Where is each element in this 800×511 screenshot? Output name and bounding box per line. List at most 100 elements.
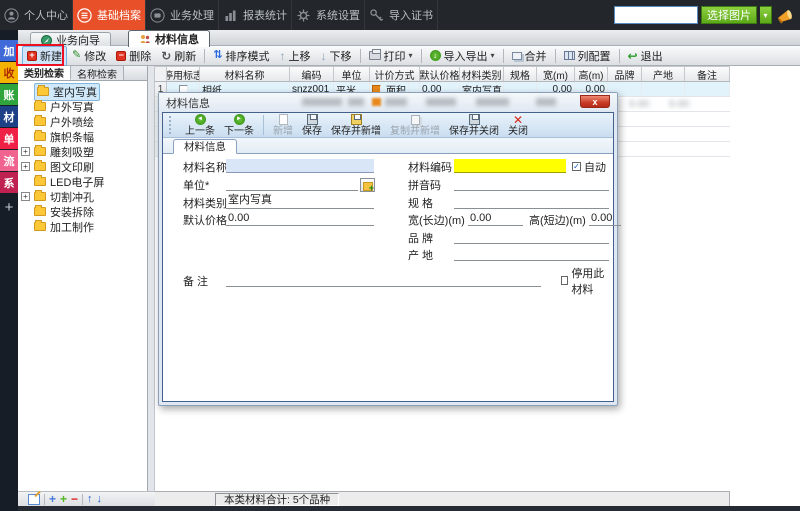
col-header-code[interactable]: 编码 bbox=[290, 67, 334, 81]
tree-item[interactable]: + 切割冲孔 bbox=[18, 189, 147, 204]
tab-category-search[interactable]: 类别检索 bbox=[18, 66, 71, 80]
save-and-close-button[interactable]: 保存并关闭 bbox=[449, 114, 499, 137]
up-arrow-icon: ↑ bbox=[279, 48, 286, 63]
col-header-unit[interactable]: 单位 bbox=[334, 67, 370, 81]
move-node-up-icon[interactable]: ↑ bbox=[87, 493, 93, 505]
default-price-input[interactable]: 0.00 bbox=[226, 212, 374, 226]
col-header-spec[interactable]: 规格 bbox=[504, 67, 537, 81]
dialog-close-button[interactable]: x bbox=[580, 95, 610, 108]
button-label: 关闭 bbox=[508, 125, 528, 137]
megaphone-icon[interactable] bbox=[775, 5, 795, 25]
edit-button[interactable]: ✎ 修改 bbox=[67, 46, 111, 66]
width-input[interactable]: 0.00 bbox=[468, 212, 523, 226]
edit-node-icon[interactable] bbox=[28, 493, 40, 505]
col-header-brand[interactable]: 品牌 bbox=[608, 67, 642, 81]
expander-plus-icon[interactable]: + bbox=[21, 192, 30, 201]
refresh-button[interactable]: ↻ 刷新 bbox=[156, 46, 201, 66]
dialog-title-bar[interactable]: 材料信息 x bbox=[159, 93, 617, 112]
dialog-tab-material-info[interactable]: 材料信息 bbox=[173, 139, 237, 154]
note-input[interactable] bbox=[226, 273, 541, 287]
tree-item[interactable]: 安装拆除 bbox=[18, 204, 147, 219]
material-name-input[interactable] bbox=[226, 159, 374, 173]
tree-item[interactable]: 户外写真 bbox=[18, 99, 147, 114]
sort-mode-button[interactable]: ⇅ 排序模式 bbox=[208, 46, 274, 66]
auto-checkbox[interactable]: ✓ 自动 bbox=[572, 159, 606, 174]
button-label: 打印 bbox=[383, 50, 406, 63]
spec-input[interactable] bbox=[454, 195, 609, 209]
add-sibling-icon[interactable]: + bbox=[49, 493, 56, 505]
copy-and-new-button[interactable]: 复制并新增 bbox=[390, 114, 440, 137]
unit-input[interactable] bbox=[226, 177, 358, 191]
tree-item[interactable]: + 雕刻吸塑 bbox=[18, 144, 147, 159]
panel-splitter[interactable] bbox=[148, 66, 155, 491]
tree-item-label: 图文印刷 bbox=[50, 161, 94, 174]
tree-item[interactable]: + 图文印刷 bbox=[18, 159, 147, 174]
save-button[interactable]: 保存 bbox=[302, 114, 322, 137]
rail-tab-xi[interactable]: 系 bbox=[0, 172, 18, 193]
rail-tab-shou[interactable]: 收 bbox=[0, 62, 18, 83]
tree-item[interactable]: LED电子屏 bbox=[18, 174, 147, 189]
close-button[interactable]: ✕ 关闭 bbox=[508, 114, 528, 137]
previous-record-button[interactable]: ◄ 上一条 bbox=[185, 114, 215, 137]
rail-tab-zhang[interactable]: 账 bbox=[0, 84, 18, 105]
rail-tab-liu[interactable]: 流 bbox=[0, 150, 18, 171]
tree-item[interactable]: 旗帜条幅 bbox=[18, 129, 147, 144]
nav-item-system-settings[interactable]: 系统设置 bbox=[292, 0, 365, 30]
print-button[interactable]: 打印 ▾ bbox=[364, 46, 418, 66]
nav-item-business-processing[interactable]: 业务处理 bbox=[146, 0, 219, 30]
tree-item[interactable]: 加工制作 bbox=[18, 219, 147, 234]
save-and-new-button[interactable]: 保存并新增 bbox=[331, 114, 381, 137]
nav-item-basic-archives[interactable]: 基础档案 bbox=[73, 0, 146, 30]
tree-item[interactable]: 户外喷绘 bbox=[18, 114, 147, 129]
save-new-floppy-icon bbox=[350, 114, 362, 125]
column-config-button[interactable]: 列配置 bbox=[559, 46, 616, 66]
rail-tab-cai[interactable]: 材 bbox=[0, 106, 18, 127]
disable-material-checkbox[interactable]: 停用此材料 bbox=[561, 268, 613, 296]
next-record-button[interactable]: ► 下一条 bbox=[224, 114, 254, 137]
unit-picker-button[interactable] bbox=[360, 177, 375, 193]
col-header-material-name[interactable]: 材料名称 bbox=[200, 67, 290, 81]
delete-button[interactable]: − 删除 bbox=[111, 46, 156, 66]
height-input[interactable]: 0.00 bbox=[589, 212, 621, 226]
col-header-width[interactable]: 宽(m) bbox=[537, 67, 575, 81]
rail-tab-add[interactable]: + bbox=[0, 197, 18, 218]
material-code-label: 材料编码 bbox=[408, 161, 452, 174]
col-header-height[interactable]: 高(m) bbox=[575, 67, 608, 81]
remove-node-icon[interactable]: − bbox=[71, 493, 78, 505]
import-export-button[interactable]: ↓ 导入导出 ▾ bbox=[425, 46, 500, 66]
brand-input[interactable] bbox=[454, 230, 609, 244]
save-close-floppy-icon bbox=[468, 114, 480, 125]
nav-item-personal-center[interactable]: 个人中心 bbox=[0, 0, 73, 30]
tab-name-search[interactable]: 名称检索 bbox=[71, 66, 124, 81]
rail-tab-jia[interactable]: 加 bbox=[0, 40, 18, 61]
merge-button[interactable]: 合并 bbox=[507, 46, 552, 66]
col-header-default-price[interactable]: 默认价格 bbox=[420, 67, 460, 81]
expander-plus-icon[interactable]: + bbox=[21, 147, 30, 156]
expander-plus-icon[interactable]: + bbox=[21, 162, 30, 171]
move-up-button[interactable]: ↑ 上移 bbox=[275, 46, 316, 66]
origin-input[interactable] bbox=[454, 247, 609, 261]
category-input[interactable]: 室内写真 bbox=[226, 194, 374, 209]
nav-item-report-statistics[interactable]: 报表统计 bbox=[219, 0, 292, 30]
button-label: 复制并新增 bbox=[390, 125, 440, 137]
move-down-button[interactable]: ↓ 下移 bbox=[316, 46, 357, 66]
col-header-pricing-method[interactable]: 计价方式 bbox=[370, 67, 420, 81]
col-header-note[interactable]: 备注 bbox=[685, 67, 730, 81]
material-code-input[interactable] bbox=[454, 159, 566, 173]
new-button[interactable]: + 新建 bbox=[22, 45, 67, 66]
add-child-icon[interactable]: + bbox=[60, 493, 67, 505]
dialog-new-button[interactable]: 新增 bbox=[273, 114, 293, 137]
rail-tab-dan[interactable]: 单 bbox=[0, 128, 18, 149]
nav-item-import-certificate[interactable]: 导入证书 bbox=[365, 0, 438, 30]
col-header-category[interactable]: 材料类别 bbox=[460, 67, 504, 81]
exit-button[interactable]: ↩ 退出 bbox=[623, 46, 668, 66]
pick-image-dropdown-arrow-icon[interactable]: ▾ bbox=[760, 6, 772, 24]
tree-item[interactable]: 室内写真 bbox=[18, 82, 147, 101]
move-node-down-icon[interactable]: ↓ bbox=[97, 493, 103, 505]
col-header-origin[interactable]: 产地 bbox=[642, 67, 685, 81]
image-search-input[interactable] bbox=[614, 6, 698, 24]
pick-image-button[interactable]: 选择图片 bbox=[701, 6, 757, 24]
col-header-stop-flag[interactable]: 停用标志 bbox=[167, 67, 200, 81]
tab-material-info[interactable]: 材料信息 bbox=[128, 30, 210, 47]
pinyin-input[interactable] bbox=[454, 177, 609, 191]
